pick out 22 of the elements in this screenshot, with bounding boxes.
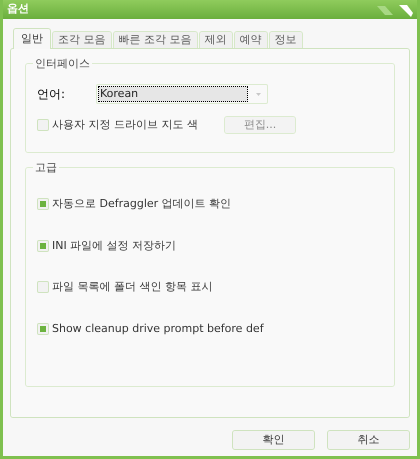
tab[interactable]: 조각 모음: [52, 31, 112, 48]
checkbox[interactable]: [37, 119, 49, 131]
tab[interactable]: 일반: [13, 28, 51, 49]
checkbox-label: INI 파일에 설정 저장하기: [52, 238, 176, 254]
language-dropdown[interactable]: Korean: [96, 84, 268, 104]
window-title: 옵션: [7, 1, 29, 18]
checkbox-label: 사용자 지정 드라이브 지도 색: [52, 116, 198, 133]
checkbox-label: Show cleanup drive prompt before def: [52, 320, 264, 336]
checkbox[interactable]: [37, 198, 49, 210]
checkbox-label: 파일 목록에 폴더 색인 항목 표시: [52, 279, 212, 295]
tab[interactable]: 제외: [198, 31, 232, 48]
checkbox[interactable]: [37, 281, 49, 294]
checkbox[interactable]: [37, 322, 49, 335]
dialog-button[interactable]: 취소: [327, 430, 410, 450]
dialog-button[interactable]: 확인: [232, 430, 315, 450]
tab[interactable]: 정보: [268, 31, 302, 48]
caret-icon: [256, 92, 261, 96]
tab[interactable]: 예약: [234, 31, 268, 48]
checkbox[interactable]: [37, 240, 49, 252]
checkbox-label: 자동으로 Defraggler 업데이트 확인: [52, 196, 232, 212]
tab[interactable]: 빠른 조각 모음: [112, 31, 198, 48]
language-label: 언어:: [37, 86, 66, 103]
